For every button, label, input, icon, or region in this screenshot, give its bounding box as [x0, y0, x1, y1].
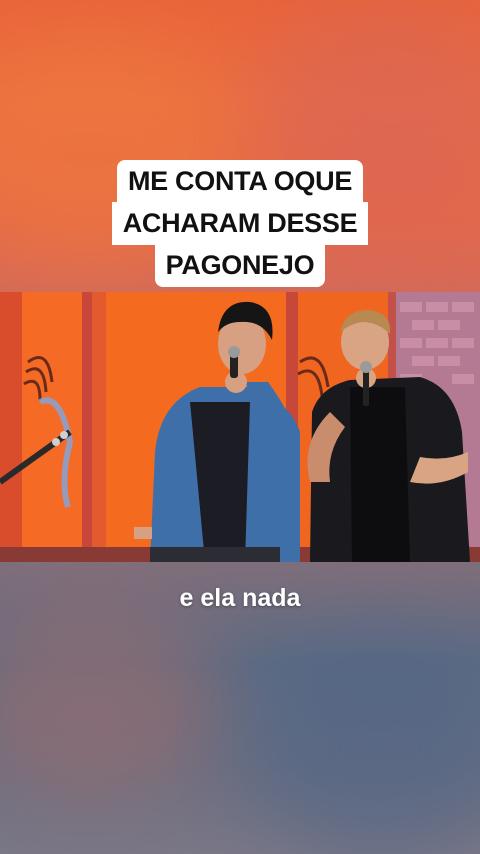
background-blur [0, 600, 220, 800]
video-player[interactable] [0, 292, 480, 562]
video-subtitle: e ela nada [179, 584, 301, 612]
video-post-screen: ME CONTA OQUE ACHARAM DESSE PAGONEJO e e… [0, 0, 480, 854]
video-frame [0, 292, 480, 562]
caption-line-1: ME CONTA OQUE [116, 160, 364, 203]
caption-line-3: PAGONEJO [154, 244, 326, 287]
background-blur [250, 640, 480, 854]
caption-line-2: ACHARAM DESSE [111, 202, 369, 245]
caption-overlay: ME CONTA OQUE ACHARAM DESSE PAGONEJO [0, 160, 480, 287]
